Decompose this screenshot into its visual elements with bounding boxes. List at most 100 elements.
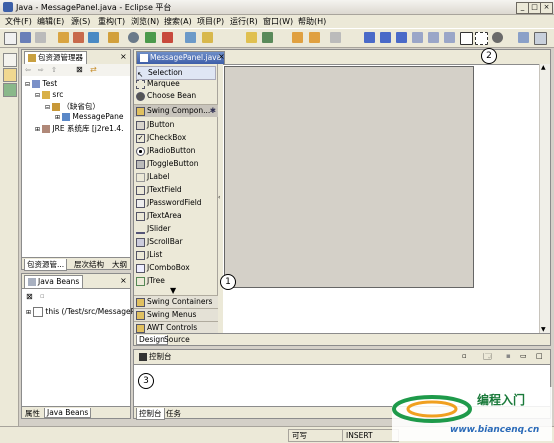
back-icon[interactable] — [292, 32, 303, 43]
palette-jtextfield[interactable]: JTextField — [136, 184, 214, 196]
palette-choose-bean[interactable]: Choose Bean — [136, 90, 214, 102]
link-editor-icon[interactable]: ⇄ — [90, 65, 97, 74]
tree-item-this[interactable]: ⊞ this (/Test/src/MessagePa — [26, 307, 139, 317]
menu-project[interactable]: 项目(P) — [197, 16, 224, 27]
tab-source[interactable]: Source — [164, 335, 190, 344]
console-header: 控制台 ▫ 🗔 ▪ ▭ □ — [134, 350, 550, 365]
task-icon[interactable] — [262, 32, 273, 43]
back-icon[interactable]: ⇦ — [25, 66, 31, 74]
debug-icon[interactable] — [128, 32, 139, 43]
palette-category-swing-components[interactable]: Swing Compon... ✱ — [134, 104, 218, 117]
up-icon[interactable]: ⇧ — [51, 66, 57, 74]
tree-item-default-package[interactable]: ⊟ （缺省包） — [45, 101, 100, 112]
palette-jcombobox[interactable]: JComboBox — [136, 262, 214, 274]
collapse-all-icon[interactable]: ⊠ — [76, 65, 83, 74]
display-console-icon[interactable]: 🗔 — [483, 351, 492, 365]
debug-perspective-icon[interactable] — [3, 83, 17, 97]
tab-tasks[interactable]: 任务 — [166, 408, 181, 419]
tab-console[interactable]: 控制台 — [136, 351, 175, 363]
palette-jtogglebutton[interactable]: JToggleButton — [136, 158, 214, 170]
vertical-scrollbar[interactable]: ▲ ▼ — [539, 64, 550, 333]
properties-icon[interactable] — [518, 32, 529, 43]
menu-edit[interactable]: 编辑(E) — [37, 16, 64, 27]
save-icon[interactable] — [20, 32, 31, 43]
new-visual-class-icon[interactable] — [108, 32, 119, 43]
new-package-icon[interactable] — [73, 32, 84, 43]
menu-search[interactable]: 搜索(A) — [164, 16, 192, 27]
menu-run[interactable]: 运行(R) — [230, 16, 258, 27]
palette-jcheckbox[interactable]: ✓ JCheckBox — [136, 132, 214, 144]
marquee-icon[interactable] — [475, 32, 488, 45]
palette-jslider[interactable]: JSlider — [136, 223, 214, 235]
menu-refactor[interactable]: 重构(T) — [98, 16, 125, 27]
show-bean-icon[interactable]: ▫ — [40, 292, 45, 300]
tree-item-src[interactable]: ⊟ src — [35, 90, 63, 99]
menu-file[interactable]: 文件(F) — [5, 16, 32, 27]
tab-java-beans[interactable]: Java Beans — [24, 275, 84, 288]
menu-source[interactable]: 源(S) — [71, 16, 90, 27]
java-perspective-icon[interactable] — [3, 68, 17, 82]
palette-jtextarea[interactable]: JTextArea — [136, 210, 214, 222]
tab-outline[interactable]: 大纲 — [112, 259, 127, 270]
close-editor-icon[interactable]: × — [218, 52, 225, 61]
align-right-icon[interactable] — [396, 32, 407, 43]
new-icon[interactable] — [4, 32, 17, 45]
palette-jlabel[interactable]: JLabel — [136, 171, 214, 183]
new-java-project-icon[interactable] — [58, 32, 69, 43]
palette-category-swing-containers[interactable]: Swing Containers — [134, 295, 218, 308]
layout-icon[interactable] — [534, 32, 547, 45]
close-view-icon[interactable]: × — [120, 276, 127, 285]
scroll-down-icon[interactable]: ▼ — [541, 326, 546, 333]
tab-package-explorer-bottom[interactable]: 包资源管... — [24, 259, 68, 271]
palette-marquee[interactable]: Marquee — [136, 78, 214, 90]
forward-icon[interactable]: ⇨ — [38, 66, 44, 74]
palette-jradiobutton[interactable]: JRadioButton — [136, 145, 214, 157]
clear-console-icon[interactable]: ▫ — [462, 352, 467, 360]
print-icon[interactable] — [35, 32, 46, 43]
minimize-view-icon[interactable]: ▭ — [520, 352, 527, 360]
close-button[interactable]: × — [540, 2, 553, 14]
tab-hierarchy[interactable]: 层次结构 — [74, 259, 104, 270]
tab-package-explorer[interactable]: 包资源管理器 — [24, 51, 87, 64]
menu-navigate[interactable]: 浏览(N) — [131, 16, 159, 27]
palette-category-swing-menus[interactable]: Swing Menus — [134, 308, 218, 321]
align-top-icon[interactable] — [412, 32, 423, 43]
tree-item-messagepanel[interactable]: ⊞ MessagePane — [55, 112, 123, 121]
palette-sash[interactable]: ‹ — [218, 64, 223, 333]
next-annotation-icon[interactable] — [330, 32, 341, 43]
scroll-up-icon[interactable]: ▲ — [541, 64, 546, 71]
pin-console-icon[interactable]: ▪ — [506, 352, 511, 360]
open-type-icon[interactable] — [185, 32, 196, 43]
maximize-view-icon[interactable]: □ — [536, 352, 543, 360]
pin-icon[interactable]: ✱ — [210, 105, 216, 117]
tab-properties[interactable]: 属性 — [25, 408, 40, 419]
menu-help[interactable]: 帮助(H) — [298, 16, 326, 27]
open-perspective-icon[interactable] — [246, 32, 257, 43]
palette-jpasswordfield[interactable]: JPasswordField — [136, 197, 214, 209]
align-center-icon[interactable] — [380, 32, 391, 43]
scroll-down-icon[interactable]: ▼ — [170, 286, 176, 295]
menu-window[interactable]: 窗口(W) — [263, 16, 293, 27]
align-bottom-icon[interactable] — [444, 32, 455, 43]
collapse-all-icon[interactable]: ⊠ — [26, 292, 33, 301]
search-icon[interactable] — [202, 32, 213, 43]
palette-jlist[interactable]: JList — [136, 249, 214, 261]
align-left-icon[interactable] — [364, 32, 375, 43]
close-view-icon[interactable]: × — [120, 52, 127, 61]
new-class-icon[interactable] — [88, 32, 99, 43]
tree-item-project[interactable]: ⊟ Test — [25, 79, 57, 88]
align-middle-icon[interactable] — [428, 32, 439, 43]
open-perspective-icon[interactable] — [3, 53, 17, 67]
external-tools-icon[interactable] — [162, 32, 173, 43]
bean-icon[interactable] — [492, 32, 503, 43]
palette-jbutton[interactable]: JButton — [136, 119, 214, 131]
tab-console-bottom[interactable]: 控制台 — [136, 408, 165, 420]
run-icon[interactable] — [145, 32, 156, 43]
tab-messagepanel-java[interactable]: MessagePanel.java — [136, 51, 226, 64]
palette-jscrollbar[interactable]: JScrollBar — [136, 236, 214, 248]
design-canvas-panel[interactable] — [224, 66, 474, 288]
select-pointer-icon[interactable] — [460, 32, 473, 45]
forward-icon[interactable] — [309, 32, 320, 43]
tree-item-jre[interactable]: ⊞ JRE 系统库 [j2re1.4. — [35, 123, 123, 134]
tab-java-beans-bottom[interactable]: Java Beans — [44, 408, 92, 418]
